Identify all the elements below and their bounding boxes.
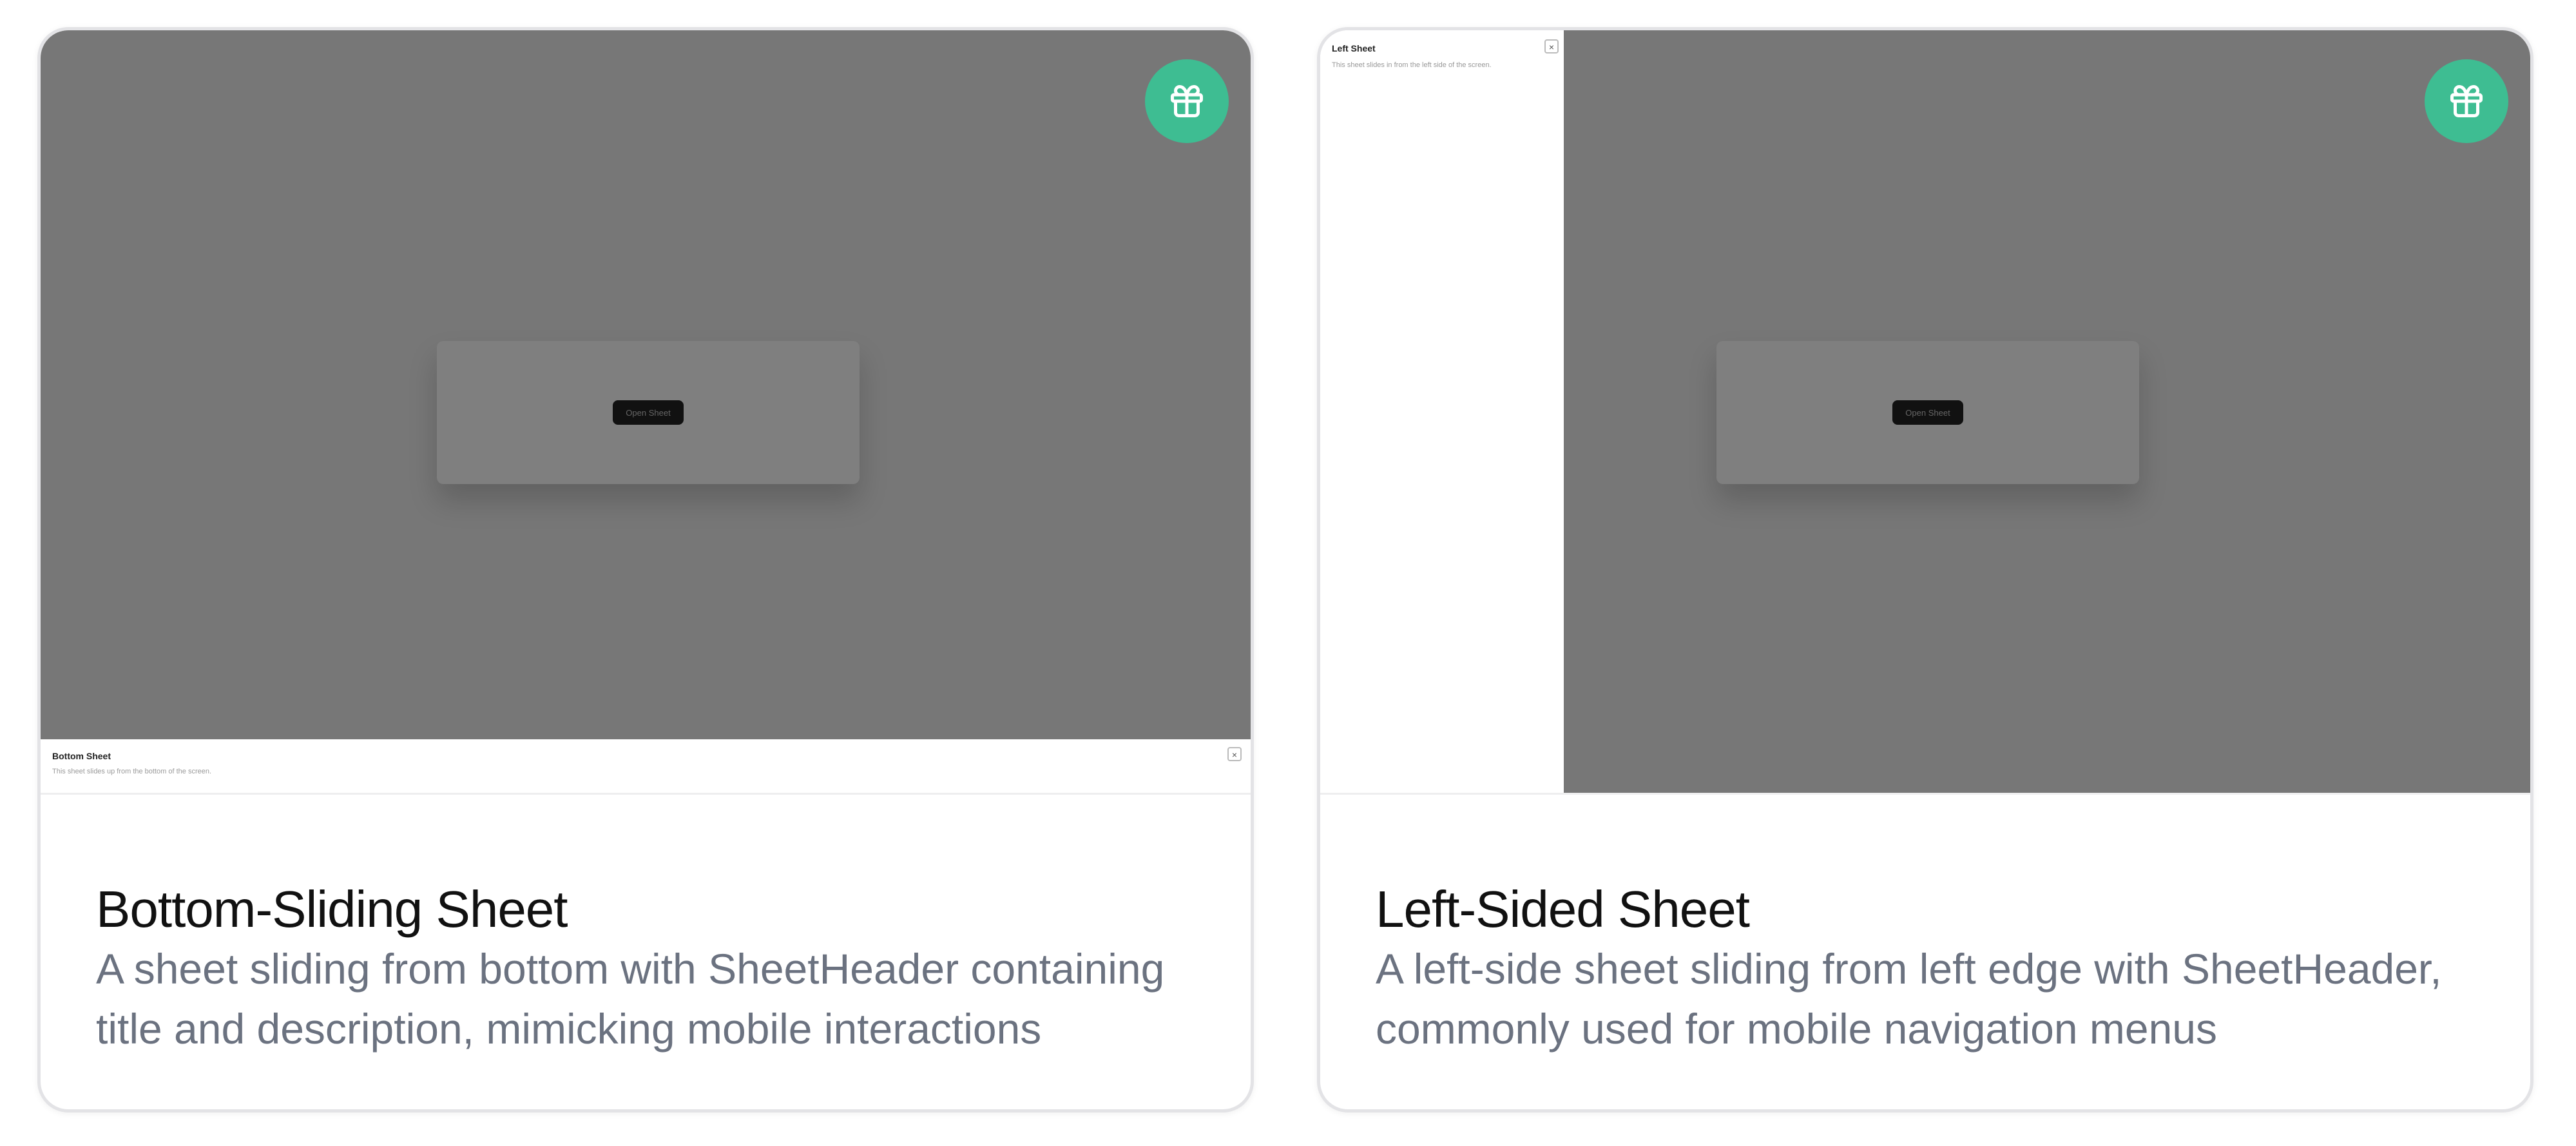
left-sheet-panel: Left Sheet This sheet slides in from the…: [1320, 30, 1564, 793]
demo-container: Open Sheet: [1716, 341, 2139, 484]
close-icon[interactable]: ×: [1544, 39, 1559, 53]
sheet-title: Left Sheet: [1332, 43, 1376, 53]
card-preview: Open Sheet Left Sheet This sheet slides …: [1320, 30, 2530, 795]
gift-icon[interactable]: [1145, 59, 1229, 143]
demo-container: Open Sheet: [437, 341, 860, 484]
card-description: A sheet sliding from bottom with SheetHe…: [96, 945, 1165, 1053]
sheet-description: This sheet slides up from the bottom of …: [52, 768, 212, 775]
open-sheet-button[interactable]: Open Sheet: [1892, 400, 1963, 425]
close-icon[interactable]: ×: [1227, 747, 1242, 761]
card-title: Left-Sided Sheet: [1376, 880, 1750, 938]
sheet-description: This sheet slides in from the left side …: [1332, 61, 1492, 69]
card-description: A left-side sheet sliding from left edge…: [1376, 945, 2442, 1053]
bottom-sheet-panel: Bottom Sheet This sheet slides up from t…: [41, 739, 1251, 793]
component-card-left-sheet[interactable]: Open Sheet Left Sheet This sheet slides …: [1317, 27, 2533, 1112]
card-preview: Open Sheet Bottom Sheet This sheet slide…: [41, 30, 1251, 795]
sheet-title: Bottom Sheet: [52, 751, 111, 761]
gift-icon[interactable]: [2425, 59, 2508, 143]
card-title: Bottom-Sliding Sheet: [96, 880, 568, 938]
component-card-bottom-sheet[interactable]: Open Sheet Bottom Sheet This sheet slide…: [37, 27, 1254, 1112]
open-sheet-button[interactable]: Open Sheet: [613, 400, 684, 425]
